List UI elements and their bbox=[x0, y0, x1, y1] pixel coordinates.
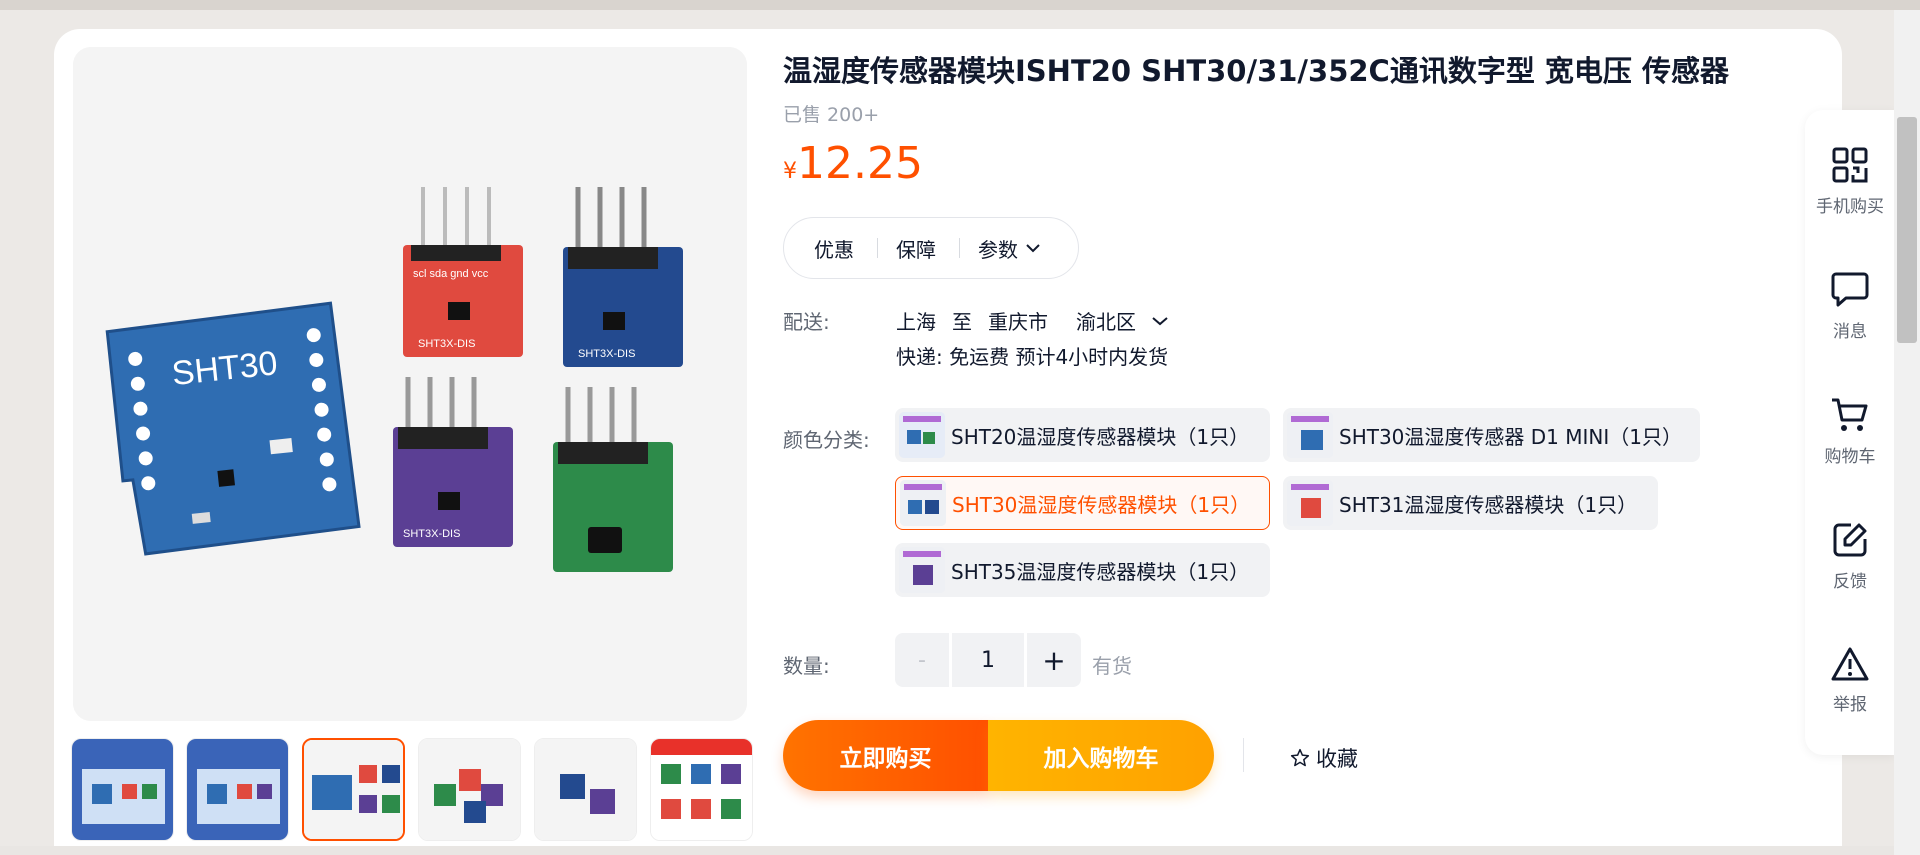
quantity-increment-button[interactable]: + bbox=[1027, 633, 1081, 687]
thumbnail-selected[interactable] bbox=[302, 738, 405, 841]
tab-params-label: 参数 bbox=[978, 237, 1018, 262]
option-label: SHT31温湿度传感器模块（1只） bbox=[1339, 492, 1638, 517]
color-option[interactable]: SHT35温湿度传感器模块（1只） bbox=[895, 543, 1270, 597]
option-thumbnail bbox=[899, 547, 945, 593]
main-product-image[interactable]: SHT30 scl sda gnd vcc SHT3X-DIS SHT3X-DI… bbox=[73, 47, 747, 721]
product-title: 温湿度传感器模块ISHT20 SHT30/31/352C通讯数字型 宽电压 传感… bbox=[783, 54, 1730, 88]
chat-bubble-icon bbox=[1831, 272, 1869, 307]
module-label: SHT3X-DIS bbox=[418, 338, 475, 350]
edit-feedback-icon bbox=[1833, 523, 1867, 557]
price: ¥12.25 bbox=[783, 138, 923, 189]
color-option[interactable]: SHT31温湿度传感器模块（1只） bbox=[1283, 476, 1658, 530]
option-label: SHT35温湿度传感器模块（1只） bbox=[951, 559, 1250, 584]
ship-to-word: 至 bbox=[952, 310, 972, 334]
sidebar-item-messages[interactable]: 消息 bbox=[1805, 271, 1895, 342]
svg-text:SHT3X-DIS: SHT3X-DIS bbox=[403, 528, 460, 540]
sidebar-label: 手机购买 bbox=[1816, 197, 1884, 217]
price-value: 12.25 bbox=[797, 138, 923, 189]
scrollbar-thumb[interactable] bbox=[1897, 117, 1917, 343]
ship-district: 渝北区 bbox=[1076, 310, 1136, 334]
chevron-down-icon bbox=[1152, 316, 1168, 325]
color-option[interactable]: SHT30温湿度传感器 D1 MINI（1只） bbox=[1283, 408, 1700, 462]
color-option[interactable]: SHT20温湿度传感器模块（1只） bbox=[895, 408, 1270, 462]
sold-count: 已售 200+ bbox=[783, 104, 880, 126]
bottom-strip bbox=[0, 846, 1894, 855]
thumbnail[interactable] bbox=[186, 738, 289, 841]
chevron-down-icon bbox=[1026, 244, 1040, 253]
thumbnail[interactable] bbox=[534, 738, 637, 841]
pin-labels: scl sda gnd vcc bbox=[413, 268, 489, 280]
sidebar-label: 举报 bbox=[1833, 695, 1867, 715]
warning-icon bbox=[1831, 647, 1869, 681]
shopping-cart-icon bbox=[1832, 398, 1868, 431]
option-thumbnail bbox=[1287, 412, 1333, 458]
sidebar-label: 消息 bbox=[1833, 322, 1867, 342]
sidebar-label: 购物车 bbox=[1824, 447, 1876, 467]
divider bbox=[877, 238, 878, 258]
add-to-cart-button[interactable]: 加入购物车 bbox=[988, 720, 1214, 791]
option-thumbnail bbox=[899, 412, 945, 458]
color-option-selected[interactable]: SHT30温湿度传感器模块（1只） bbox=[895, 476, 1270, 530]
sidebar-item-feedback[interactable]: 反馈 bbox=[1805, 521, 1895, 592]
option-label: SHT30温湿度传感器 D1 MINI（1只） bbox=[1339, 424, 1682, 449]
sidebar-item-mobile[interactable]: 手机购买 bbox=[1805, 146, 1895, 217]
tab-guarantee[interactable]: 保障 bbox=[896, 234, 936, 263]
quantity-decrement-button[interactable]: - bbox=[895, 633, 949, 687]
browser-top-strip bbox=[0, 0, 1920, 10]
favorite-label: 收藏 bbox=[1316, 747, 1358, 771]
qr-code-icon bbox=[1832, 147, 1868, 183]
sensor-modules-photo: SHT30 scl sda gnd vcc SHT3X-DIS SHT3X-DI… bbox=[73, 47, 747, 721]
currency-symbol: ¥ bbox=[783, 159, 797, 184]
star-icon bbox=[1290, 748, 1310, 767]
option-thumbnail bbox=[900, 480, 946, 526]
ship-city: 重庆市 bbox=[988, 310, 1048, 334]
quantity-label: 数量: bbox=[783, 654, 830, 678]
tab-params[interactable]: 参数 bbox=[978, 234, 1040, 263]
quantity-input[interactable]: 1 bbox=[952, 633, 1024, 687]
option-label: SHT30温湿度传感器模块（1只） bbox=[952, 492, 1251, 517]
option-thumbnail bbox=[1287, 480, 1333, 526]
color-label: 颜色分类: bbox=[783, 428, 870, 452]
buy-now-button[interactable]: 立即购买 bbox=[783, 720, 988, 791]
thumbnail[interactable] bbox=[418, 738, 521, 841]
express-info: 快递: 免运费 预计4小时内发货 bbox=[896, 345, 1169, 369]
tab-discount[interactable]: 优惠 bbox=[814, 234, 854, 263]
divider bbox=[1243, 738, 1244, 772]
right-sidebar: 手机购买 消息 购物车 反馈 举报 bbox=[1805, 110, 1895, 755]
thumbnail[interactable] bbox=[71, 738, 174, 841]
favorite-button[interactable]: 收藏 bbox=[1290, 743, 1358, 773]
shipping-label: 配送: bbox=[783, 310, 830, 334]
stock-status: 有货 bbox=[1092, 654, 1132, 678]
sidebar-label: 反馈 bbox=[1833, 572, 1867, 592]
thumbnail[interactable] bbox=[650, 738, 753, 841]
divider bbox=[959, 238, 960, 258]
sidebar-item-cart[interactable]: 购物车 bbox=[1805, 396, 1895, 467]
sidebar-item-report[interactable]: 举报 bbox=[1805, 646, 1895, 715]
ship-from: 上海 bbox=[896, 310, 936, 334]
option-label: SHT20温湿度传感器模块（1只） bbox=[951, 424, 1250, 449]
info-tabs: 优惠 保障 参数 bbox=[783, 217, 1079, 279]
svg-text:SHT3X-DIS: SHT3X-DIS bbox=[578, 348, 635, 360]
shipping-route[interactable]: 上海 至 重庆市 渝北区 bbox=[896, 306, 1168, 335]
